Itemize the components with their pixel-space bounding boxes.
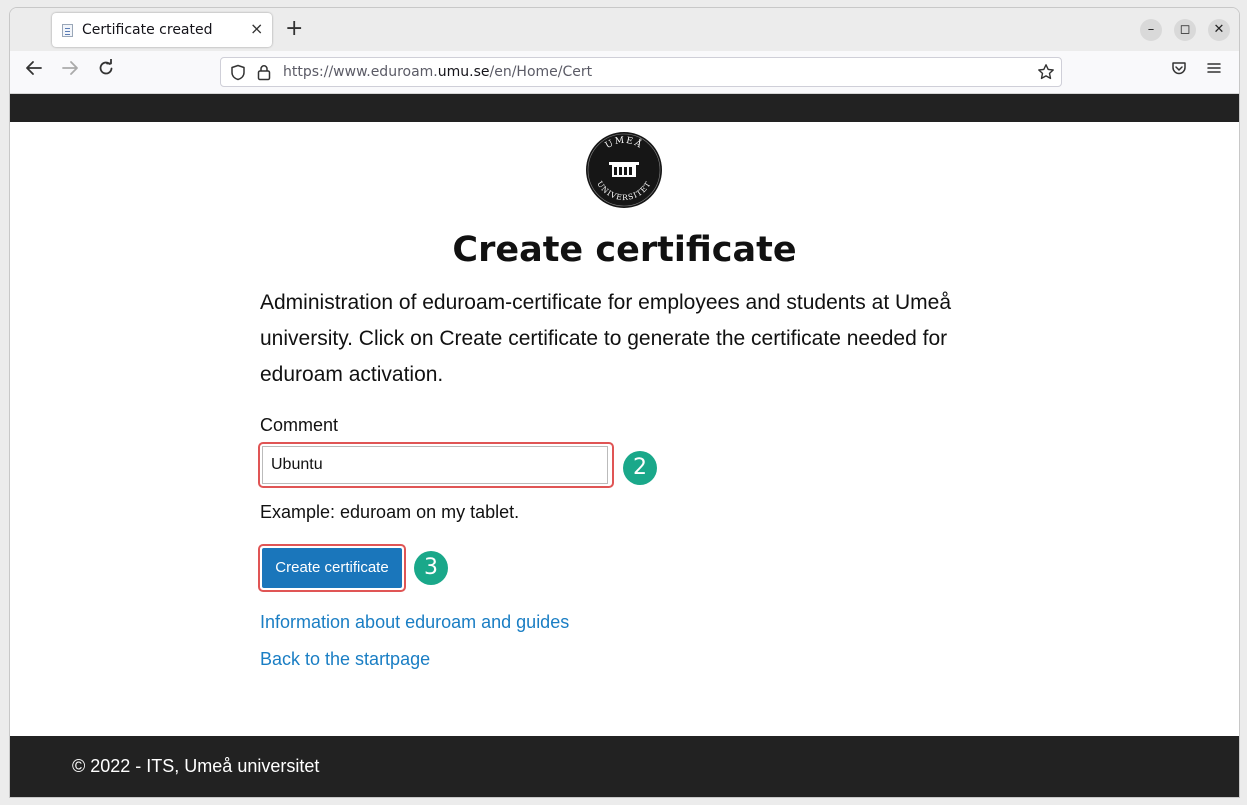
- intro-text: Administration of eduroam-certificate fo…: [260, 291, 952, 386]
- example-hint: Example: eduroam on my tablet.: [260, 502, 520, 522]
- comment-label: Comment: [260, 415, 339, 435]
- create-certificate-button[interactable]: Create certificate: [262, 548, 402, 588]
- shield-icon[interactable]: [230, 64, 246, 85]
- page-content: UMEÅ UNIVERSITET Create certificate Admi…: [10, 122, 1239, 736]
- browser-window: Certificate created × + – ◻ ✕ https://ww…: [9, 7, 1240, 798]
- back-arrow-icon[interactable]: [22, 59, 46, 83]
- step-badge-3: 3: [414, 551, 448, 585]
- reload-icon[interactable]: [94, 58, 118, 83]
- tab-title: Certificate created: [82, 22, 213, 38]
- lock-icon[interactable]: [257, 64, 271, 85]
- url-bar[interactable]: https://www.eduroam.umu.se/en/Home/Cert: [220, 57, 1062, 87]
- document-icon: [62, 24, 73, 37]
- close-tab-icon[interactable]: ×: [250, 20, 263, 38]
- university-seal-logo: UMEÅ UNIVERSITET: [585, 131, 663, 209]
- url-text[interactable]: https://www.eduroam.umu.se/en/Home/Cert: [283, 64, 592, 80]
- maximize-button[interactable]: ◻: [1174, 19, 1196, 41]
- eduroam-info-link[interactable]: Information about eduroam and guides: [260, 612, 569, 633]
- navigation-bar: https://www.eduroam.umu.se/en/Home/Cert: [10, 51, 1239, 94]
- tab-bar: Certificate created × + – ◻ ✕: [10, 8, 1239, 51]
- bookmark-star-icon[interactable]: [1037, 63, 1055, 85]
- pocket-icon[interactable]: [1167, 59, 1191, 83]
- footer-copyright: © 2022 - ITS, Umeå universitet: [72, 756, 320, 776]
- site-footer: © 2022 - ITS, Umeå universitet: [10, 736, 1239, 797]
- site-header-bar: [10, 94, 1239, 122]
- close-window-button[interactable]: ✕: [1208, 19, 1230, 41]
- tab-active[interactable]: Certificate created ×: [52, 13, 272, 47]
- step-badge-2: 2: [623, 451, 657, 485]
- new-tab-button[interactable]: +: [285, 17, 303, 41]
- startpage-link[interactable]: Back to the startpage: [260, 649, 430, 670]
- menu-icon[interactable]: [1202, 59, 1226, 83]
- comment-input[interactable]: Ubuntu: [262, 446, 608, 484]
- forward-arrow-icon[interactable]: [58, 59, 82, 83]
- page-title: Create certificate: [452, 230, 797, 270]
- minimize-button[interactable]: –: [1140, 19, 1162, 41]
